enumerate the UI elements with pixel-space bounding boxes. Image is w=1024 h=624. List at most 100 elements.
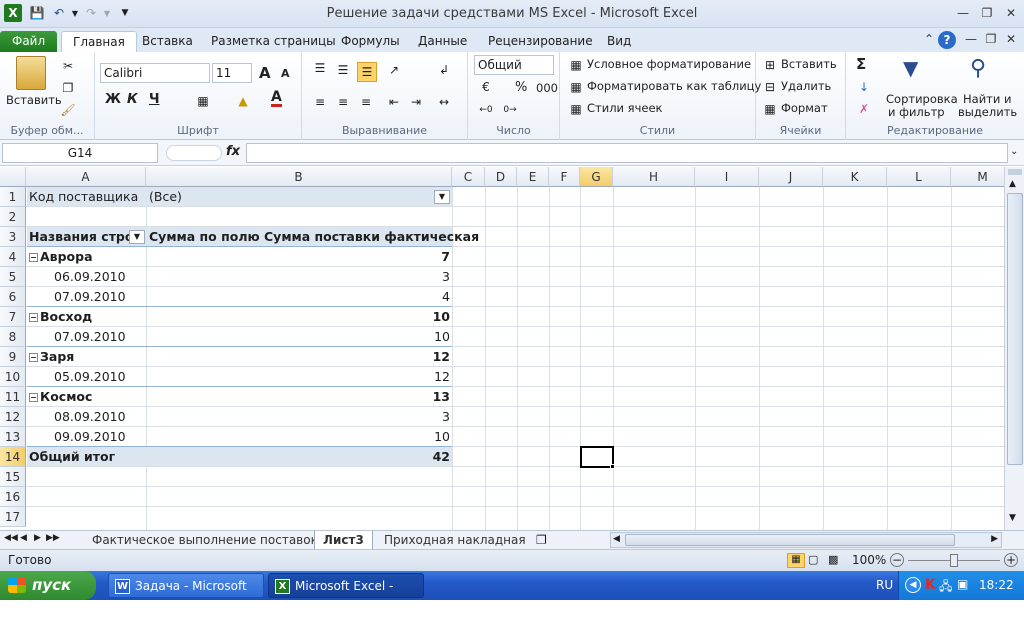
taskbar-word[interactable]: W Задача - Microsoft W... <box>108 573 264 618</box>
split-box[interactable] <box>1008 169 1022 175</box>
align-center-icon[interactable]: ≡ <box>335 94 351 110</box>
row-header[interactable]: 13 <box>0 427 26 447</box>
format-painter-icon[interactable]: 🖌 <box>60 102 76 118</box>
row-header[interactable]: 11 <box>0 387 26 407</box>
last-sheet-icon[interactable]: ▶▶ <box>46 533 60 543</box>
selected-cell-g14[interactable] <box>580 446 614 468</box>
tab-file[interactable]: Файл <box>0 31 58 52</box>
column-header-c[interactable]: C <box>452 167 485 187</box>
row-header[interactable]: 8 <box>0 327 26 347</box>
pivot-group-row[interactable]: − Восход <box>29 307 92 327</box>
insert-sheet-icon[interactable]: ❐ <box>536 533 547 547</box>
page-layout-view-icon[interactable]: ▢ <box>808 553 818 566</box>
conditional-formatting-icon[interactable]: ▦ <box>568 57 584 73</box>
tray-arrow-icon[interactable]: ◀ <box>905 577 921 593</box>
vertical-scrollbar[interactable]: ▲ ▼ <box>1004 167 1024 530</box>
next-sheet-icon[interactable]: ▶ <box>34 533 41 543</box>
collapse-ribbon-icon[interactable]: ⌃ <box>918 31 940 47</box>
find-select-icon[interactable]: ⚲ <box>970 56 1000 86</box>
merge-center-icon[interactable]: ↔ <box>436 94 452 110</box>
currency-icon[interactable]: € <box>478 79 494 95</box>
increase-indent-icon[interactable]: ⇥ <box>408 94 424 110</box>
row-header[interactable]: 6 <box>0 287 26 307</box>
workbook-close-icon[interactable]: ✕ <box>1000 31 1022 47</box>
sheet-tab-active[interactable]: Лист3 <box>314 531 373 550</box>
row-header[interactable]: 16 <box>0 487 26 507</box>
decrease-indent-icon[interactable]: ⇤ <box>386 94 402 110</box>
page-break-view-icon[interactable]: ▩ <box>828 553 838 566</box>
row-header[interactable]: 4 <box>0 247 26 267</box>
format-cells-button[interactable]: Формат <box>781 101 828 115</box>
column-header-f[interactable]: F <box>549 167 580 187</box>
prev-sheet-icon[interactable]: ◀ <box>20 533 27 543</box>
column-header-g[interactable]: G <box>580 167 613 187</box>
column-header-j[interactable]: J <box>759 167 823 187</box>
tab-insert[interactable]: Вставка <box>138 31 197 52</box>
pivot-group-row[interactable]: − Космос <box>29 387 92 407</box>
column-header-m[interactable]: M <box>951 167 1004 187</box>
scroll-down-icon[interactable]: ▼ <box>1009 513 1016 523</box>
row-header[interactable]: 2 <box>0 207 26 227</box>
sheet-tab[interactable]: Фактическое выполнение поставок <box>84 531 326 550</box>
help-icon[interactable]: ? <box>938 31 956 49</box>
format-cells-icon[interactable]: ▦ <box>762 101 778 117</box>
name-box[interactable]: G14 <box>2 143 158 163</box>
row-labels-dropdown-icon[interactable]: ▼ <box>129 230 145 244</box>
zoom-level[interactable]: 100% <box>852 553 886 567</box>
paste-icon[interactable] <box>16 56 46 90</box>
find-select-label-2[interactable]: выделить <box>958 105 1017 119</box>
italic-button[interactable]: К <box>127 92 138 107</box>
cell-styles-icon[interactable]: ▦ <box>568 101 584 117</box>
align-top-icon[interactable]: ☰ <box>312 60 328 76</box>
increase-decimal-icon[interactable]: ←0 <box>478 102 494 118</box>
shrink-font-button[interactable]: A <box>281 67 290 80</box>
sort-filter-label-2[interactable]: и фильтр <box>888 105 945 119</box>
find-select-label-1[interactable]: Найти и <box>963 92 1011 106</box>
column-header-e[interactable]: E <box>517 167 549 187</box>
cell-styles-button[interactable]: Стили ячеек <box>587 101 663 115</box>
formula-input[interactable] <box>246 143 1008 163</box>
fill-color-icon[interactable]: ▲ <box>235 93 251 109</box>
formula-bar-resize-handle[interactable] <box>166 145 222 161</box>
h-scroll-thumb[interactable] <box>625 534 955 546</box>
sort-filter-label-1[interactable]: Сортировка <box>886 92 958 106</box>
collapse-icon[interactable]: − <box>29 313 38 322</box>
network-icon[interactable]: 🖧 <box>939 577 952 598</box>
row-header-selected[interactable]: 14 <box>0 447 26 467</box>
minimize-icon[interactable]: — <box>952 5 974 21</box>
row-header[interactable]: 5 <box>0 267 26 287</box>
copy-icon[interactable]: ❐ <box>60 80 76 96</box>
column-header-h[interactable]: H <box>613 167 695 187</box>
align-middle-icon[interactable]: ☰ <box>335 62 351 78</box>
autosum-button[interactable]: Σ <box>856 55 866 73</box>
thousands-button[interactable]: 000 <box>536 81 558 95</box>
tab-data[interactable]: Данные <box>414 31 471 52</box>
font-name-select[interactable]: Calibri <box>100 63 210 83</box>
filter-dropdown-icon[interactable]: ▼ <box>434 190 450 204</box>
workbook-restore-icon[interactable]: ❐ <box>980 31 1002 47</box>
worksheet-grid[interactable]: A B C D E F G H I J K L M 1 2 3 4 5 6 7 … <box>0 167 1004 530</box>
column-header-i[interactable]: I <box>695 167 759 187</box>
row-header[interactable]: 12 <box>0 407 26 427</box>
tab-review[interactable]: Рецензирование <box>484 31 597 52</box>
row-header[interactable]: 3 <box>0 227 26 247</box>
wrap-text-icon[interactable]: ↲ <box>436 62 452 78</box>
sheet-tab[interactable]: Приходная накладная <box>376 531 534 550</box>
column-header-k[interactable]: K <box>823 167 887 187</box>
restore-icon[interactable]: ❐ <box>976 5 998 21</box>
sort-filter-icon[interactable]: ▼ <box>903 56 933 86</box>
scroll-up-icon[interactable]: ▲ <box>1009 179 1016 189</box>
pivot-group-row[interactable]: − Заря <box>29 347 74 367</box>
tab-view[interactable]: Вид <box>603 31 635 52</box>
collapse-icon[interactable]: − <box>29 353 38 362</box>
tab-formulas[interactable]: Формулы <box>337 31 404 52</box>
expand-formula-icon[interactable]: ⌄ <box>1010 146 1018 157</box>
font-size-select[interactable]: 11 <box>212 63 252 83</box>
insert-cells-icon[interactable]: ⊞ <box>762 57 778 73</box>
scroll-thumb[interactable] <box>1007 193 1023 465</box>
clear-icon[interactable]: ✗ <box>856 101 872 117</box>
display-icon[interactable]: ▣ <box>957 577 968 591</box>
pivot-filter-value[interactable]: (Все) <box>149 187 182 207</box>
decrease-decimal-icon[interactable]: 0→ <box>502 102 518 118</box>
row-header[interactable]: 15 <box>0 467 26 487</box>
